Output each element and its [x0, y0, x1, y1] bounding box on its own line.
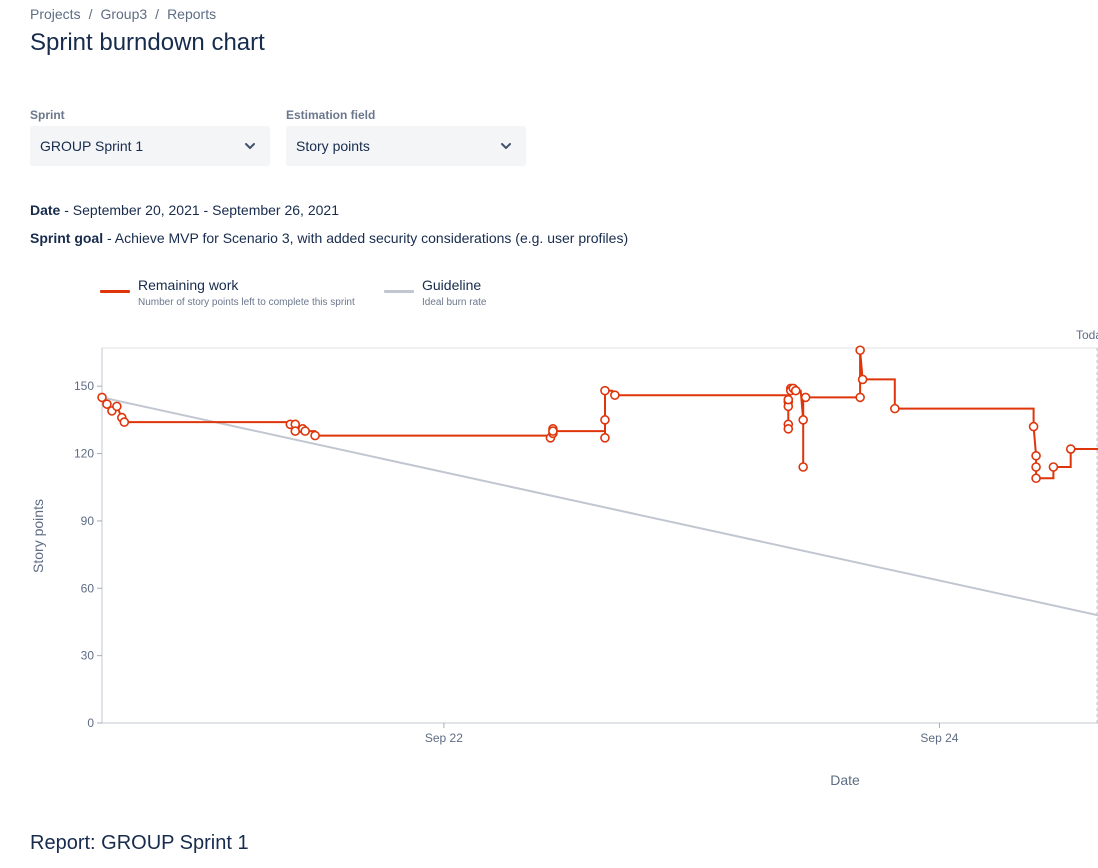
remaining-work-point [857, 374, 868, 385]
y-tick-label: 60 [81, 581, 95, 595]
remaining-work-point [1028, 421, 1039, 432]
remaining-work-point [610, 390, 620, 400]
date-label: Date [30, 202, 61, 218]
goal-value: - Achieve MVP for Scenario 3, with added… [103, 230, 629, 246]
breadcrumb-reports[interactable]: Reports [167, 6, 216, 22]
remaining-work-series [101, 350, 1098, 480]
legend-description: Number of story points left to complete … [138, 297, 355, 308]
plot-frame [101, 347, 1098, 724]
sprint-date: Date - September 20, 2021 - September 26… [30, 202, 339, 218]
sprint-select-value: GROUP Sprint 1 [40, 138, 144, 154]
remaining-work-point [783, 424, 794, 434]
remaining-work-point [1065, 444, 1076, 454]
breadcrumb-separator: / [155, 6, 160, 22]
remaining-work-point [119, 417, 130, 427]
x-tick-label: Sep 24 [920, 731, 958, 745]
date-value: - September 20, 2021 - September 26, 202… [60, 202, 339, 218]
y-tick-label: 120 [74, 447, 94, 461]
legend-swatch-guideline [384, 290, 414, 293]
remaining-work-point [855, 345, 865, 356]
breadcrumb-separator: / [88, 6, 93, 22]
remaining-work-point [600, 433, 610, 443]
sprint-label: Sprint [30, 108, 65, 122]
sprint-select[interactable]: GROUP Sprint 1 [30, 126, 270, 166]
y-tick-label: 0 [87, 716, 94, 730]
remaining-work-point [855, 392, 865, 403]
remaining-work-point [600, 385, 610, 396]
y-tick-label: 150 [74, 379, 94, 393]
estimation-label: Estimation field [286, 108, 376, 122]
x-tick-label: Sep 22 [425, 731, 463, 745]
chevron-down-icon [242, 138, 258, 154]
legend-description: Ideal burn rate [422, 297, 487, 308]
remaining-work-point [600, 415, 610, 425]
breadcrumb: Projects / Group3 / Reports [30, 6, 216, 22]
sprint-goal: Sprint goal - Achieve MVP for Scenario 3… [30, 230, 628, 246]
remaining-work-point [798, 462, 808, 472]
remaining-work-point [1048, 462, 1059, 472]
remaining-work-point [300, 426, 310, 436]
report-title: Report: GROUP Sprint 1 [30, 832, 249, 854]
remaining-work-point [783, 394, 794, 405]
x-axis-title: Date [830, 772, 860, 788]
page-title: Sprint burndown chart [30, 29, 265, 56]
legend-title: Remaining work [138, 277, 239, 293]
breadcrumb-group3[interactable]: Group3 [100, 6, 147, 22]
chevron-down-icon [498, 138, 514, 154]
y-axis-title: Story points [30, 499, 46, 573]
remaining-work-point [1031, 473, 1041, 484]
remaining-work-point [1031, 450, 1041, 461]
burndown-chart: 0 30 60 90 120 150 Sep 22 Sep 24 Today Date Story … [30, 328, 1098, 788]
estimation-select[interactable]: Story points [286, 126, 526, 166]
remaining-work-point [798, 415, 808, 425]
legend-title: Guideline [422, 277, 482, 293]
estimation-select-value: Story points [296, 138, 370, 154]
guideline-series [101, 396, 1098, 617]
remaining-work-point [310, 430, 320, 441]
remaining-work-point [890, 403, 900, 414]
remaining-work-point [548, 426, 558, 436]
remaining-work-point [790, 385, 801, 396]
today-label: Today [1076, 328, 1098, 342]
goal-label: Sprint goal [30, 230, 104, 246]
remaining-work-point [1031, 462, 1041, 472]
y-tick-label: 30 [81, 649, 95, 663]
breadcrumb-projects[interactable]: Projects [30, 6, 81, 22]
remaining-work-point [800, 392, 811, 403]
remaining-work-point [112, 401, 122, 412]
y-tick-label: 90 [81, 514, 95, 528]
legend-swatch-remaining [100, 290, 130, 293]
